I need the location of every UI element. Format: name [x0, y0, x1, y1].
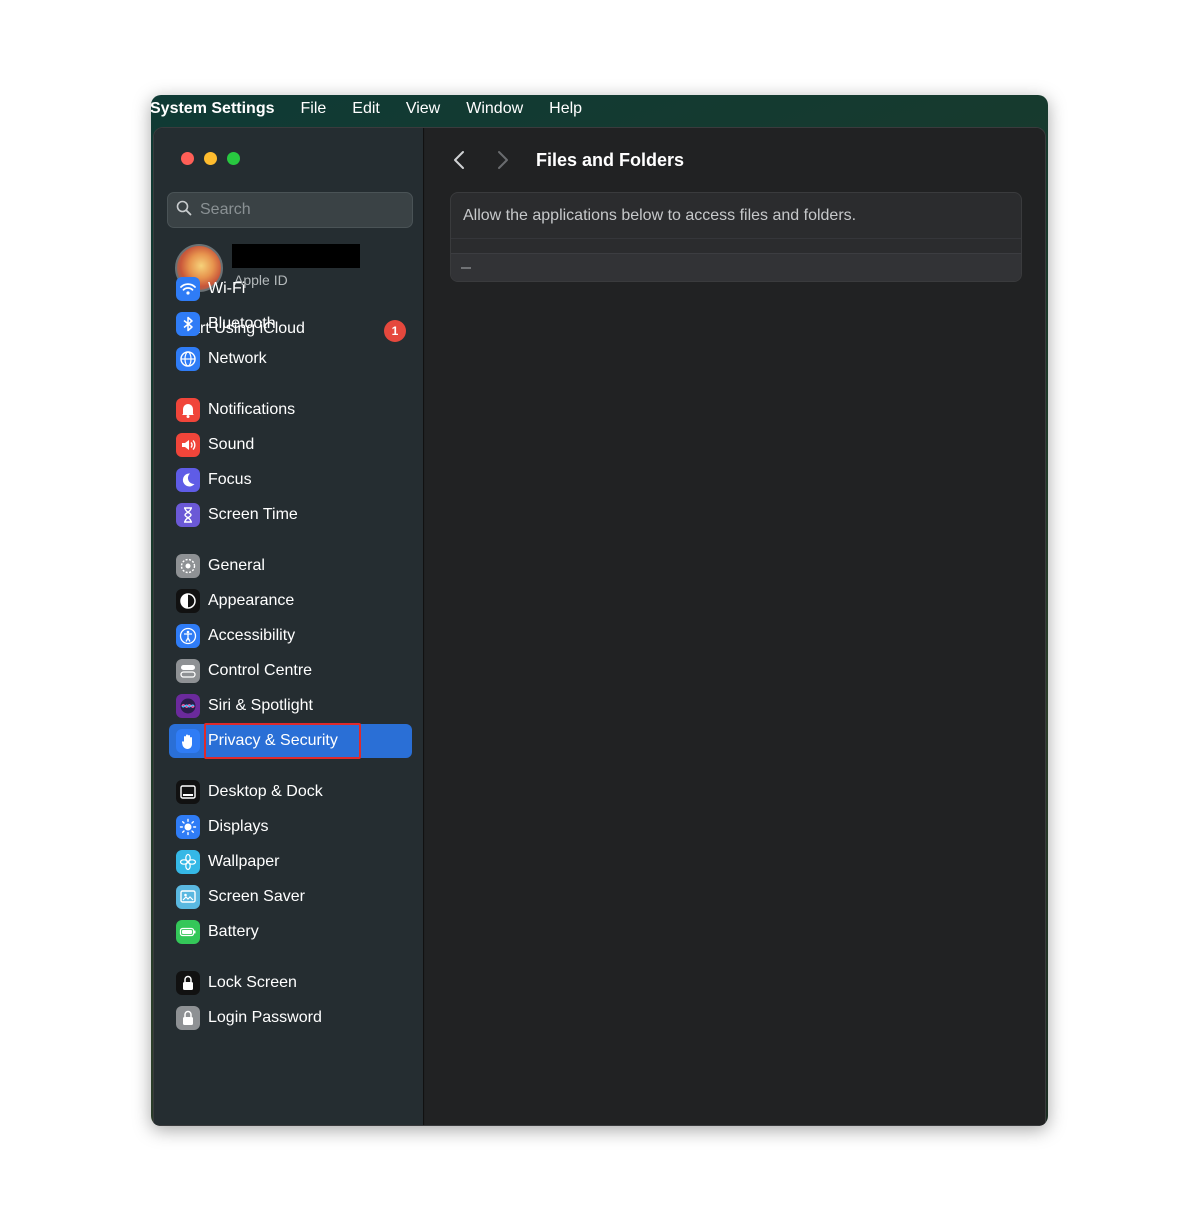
- search-input[interactable]: [200, 201, 400, 219]
- gear-icon: [176, 554, 200, 578]
- sidebar-item-label: Login Password: [208, 1009, 322, 1026]
- accessibility-icon: [176, 624, 200, 648]
- close-button[interactable]: [181, 152, 194, 165]
- padlock-icon: [176, 1006, 200, 1030]
- page-title: Files and Folders: [536, 149, 685, 170]
- lock-screen-icon: [176, 971, 200, 995]
- toolbar: Files and Folders: [425, 140, 1045, 180]
- sidebar-item-battery[interactable]: Battery: [169, 915, 412, 949]
- content-pane: Files and Folders Allow the applications…: [425, 128, 1045, 1125]
- sidebar-item-label: Control Centre: [208, 662, 313, 679]
- back-button[interactable]: [448, 149, 470, 171]
- sidebar-item-label: Screen Time: [208, 506, 298, 523]
- sidebar-item-login-password[interactable]: Login Password: [169, 1001, 412, 1035]
- dock-icon: [176, 780, 200, 804]
- sidebar-item-label: Appearance: [208, 592, 295, 609]
- sidebar-item-lock-screen[interactable]: Lock Screen: [169, 966, 412, 1000]
- minimize-button[interactable]: [204, 152, 217, 165]
- toggles-icon: [176, 659, 200, 683]
- search-field[interactable]: [167, 192, 413, 228]
- menu-edit[interactable]: Edit: [352, 100, 380, 118]
- globe-icon: [176, 347, 200, 371]
- sidebar-item-accessibility[interactable]: Accessibility: [169, 619, 412, 653]
- sidebar-item-label: Notifications: [208, 401, 296, 418]
- forward-button[interactable]: [492, 149, 514, 171]
- sidebar-item-label: Wi-Fi: [208, 280, 246, 297]
- battery-icon: [176, 920, 200, 944]
- sidebar-item-wi-fi[interactable]: Wi-Fi: [169, 272, 412, 306]
- wifi-icon: [176, 277, 200, 301]
- window-controls: [181, 152, 240, 165]
- divider: [451, 238, 1021, 239]
- sidebar-item-label: Displays: [208, 818, 269, 835]
- bluetooth-icon: [176, 312, 200, 336]
- remove-button[interactable]: [461, 267, 471, 269]
- screen-saver-icon: [176, 885, 200, 909]
- sun-icon: [176, 815, 200, 839]
- sidebar-item-sound[interactable]: Sound: [169, 428, 412, 462]
- sidebar-item-wallpaper[interactable]: Wallpaper: [169, 845, 412, 879]
- sidebar-item-label: Battery: [208, 923, 259, 940]
- sidebar-item-label: Sound: [208, 436, 255, 453]
- panel-description: Allow the applications below to access f…: [463, 207, 857, 224]
- chevron-right-icon: [498, 151, 508, 169]
- desktop: System Settings File Edit View Window He…: [151, 95, 1048, 1126]
- chevron-left-icon: [454, 151, 464, 169]
- menu-help[interactable]: Help: [549, 100, 582, 118]
- sidebar-item-label: Accessibility: [208, 627, 296, 644]
- menu-view[interactable]: View: [406, 100, 440, 118]
- sidebar-item-label: Bluetooth: [208, 315, 276, 332]
- files-folders-panel: Allow the applications below to access f…: [450, 192, 1022, 282]
- list-controls: [451, 253, 1021, 281]
- sidebar-item-label: Siri & Spotlight: [208, 697, 313, 714]
- sidebar-item-network[interactable]: Network: [169, 342, 412, 376]
- sidebar-item-notifications[interactable]: Notifications: [169, 393, 412, 427]
- menu-bar: System Settings File Edit View Window He…: [151, 95, 1048, 123]
- sidebar-item-label: Screen Saver: [208, 888, 305, 905]
- zoom-button[interactable]: [227, 152, 240, 165]
- sidebar-item-bluetooth[interactable]: Bluetooth: [169, 307, 412, 341]
- siri-icon: [176, 694, 200, 718]
- sidebar-item-focus[interactable]: Focus: [169, 463, 412, 497]
- menu-window[interactable]: Window: [466, 100, 523, 118]
- sidebar-item-desktop-and-dock[interactable]: Desktop & Dock: [169, 775, 412, 809]
- appearance-icon: [176, 589, 200, 613]
- sidebar-item-label: Wallpaper: [208, 853, 280, 870]
- hand-icon: [176, 729, 200, 753]
- sidebar-item-label: Privacy & Security: [208, 732, 338, 749]
- menu-app-name[interactable]: System Settings: [151, 100, 274, 118]
- menu-file[interactable]: File: [300, 100, 326, 118]
- flower-icon: [176, 850, 200, 874]
- hourglass-icon: [176, 503, 200, 527]
- sidebar: Apple ID Start Using iCloud 1 Wi-FiBluet…: [154, 128, 424, 1125]
- settings-window: Apple ID Start Using iCloud 1 Wi-FiBluet…: [153, 127, 1046, 1126]
- speaker-icon: [176, 433, 200, 457]
- sidebar-item-control-centre[interactable]: Control Centre: [169, 654, 412, 688]
- sidebar-item-screen-saver[interactable]: Screen Saver: [169, 880, 412, 914]
- sidebar-item-privacy-and-security[interactable]: Privacy & Security: [169, 723, 412, 759]
- sidebar-item-label: General: [208, 557, 265, 574]
- sidebar-item-label: Desktop & Dock: [208, 783, 323, 800]
- sidebar-item-siri-and-spotlight[interactable]: Siri & Spotlight: [169, 689, 412, 723]
- sidebar-item-label: Focus: [208, 471, 252, 488]
- sidebar-item-general[interactable]: General: [169, 549, 412, 583]
- sidebar-item-label: Network: [208, 350, 267, 367]
- sidebar-item-label: Lock Screen: [208, 974, 297, 991]
- moon-icon: [176, 468, 200, 492]
- sidebar-item-appearance[interactable]: Appearance: [169, 584, 412, 618]
- sidebar-item-displays[interactable]: Displays: [169, 810, 412, 844]
- bell-icon: [176, 398, 200, 422]
- sidebar-item-screen-time[interactable]: Screen Time: [169, 498, 412, 532]
- search-icon: [176, 200, 192, 221]
- redacted-name: [232, 244, 360, 268]
